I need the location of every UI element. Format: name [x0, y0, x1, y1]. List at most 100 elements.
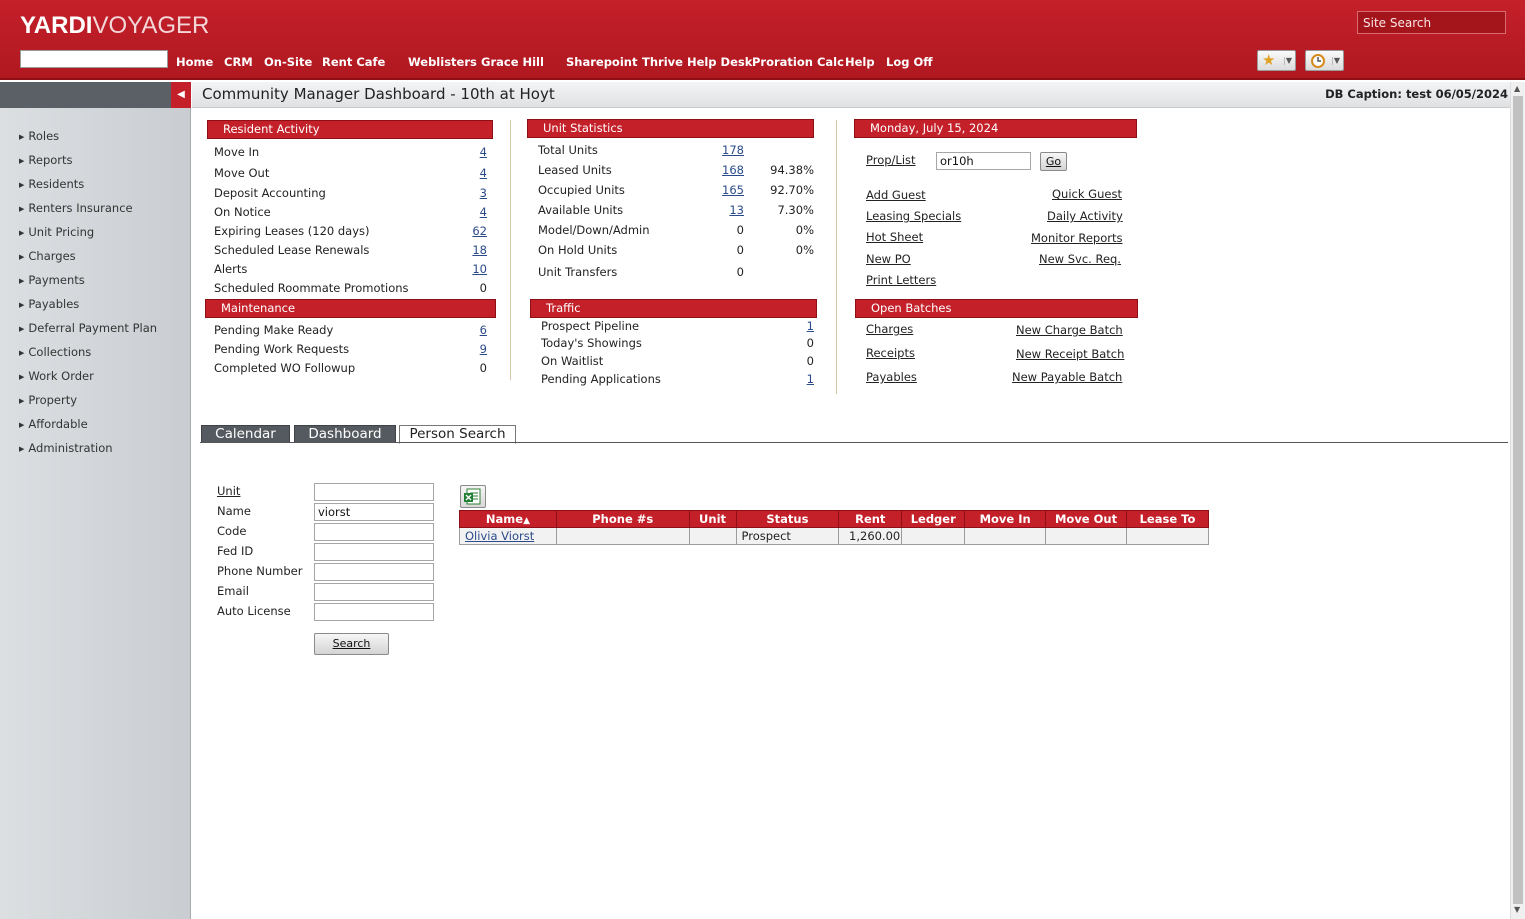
- column-header-move-in[interactable]: Move In: [964, 510, 1047, 528]
- search-button[interactable]: Search: [314, 633, 389, 655]
- new-charge-batch-link[interactable]: New Charge Batch: [1016, 323, 1123, 337]
- pending-make-ready-count-link[interactable]: 6: [440, 323, 487, 337]
- cell-status: Prospect: [735, 527, 840, 545]
- export-excel-button[interactable]: [460, 485, 486, 508]
- pending-work-requests-count-link[interactable]: 9: [440, 342, 487, 356]
- fed-id-input[interactable]: [314, 543, 434, 561]
- new-po-link[interactable]: New PO: [866, 252, 911, 266]
- deposit-accounting-count-link[interactable]: 3: [440, 186, 487, 200]
- collapse-sidebar-button[interactable]: ◀: [171, 82, 191, 108]
- add-guest-link[interactable]: Add Guest: [866, 188, 926, 202]
- sidebar-item-property[interactable]: ▶ Property: [19, 393, 77, 407]
- scroll-down-arrow-icon[interactable]: ▼: [1514, 905, 1520, 914]
- payables-batch-link[interactable]: Payables: [866, 370, 917, 384]
- sidebar-item-affordable[interactable]: ▶ Affordable: [19, 417, 88, 431]
- nav-grace-hill[interactable]: Grace Hill: [481, 55, 544, 69]
- monitor-reports-link[interactable]: Monitor Reports: [1031, 231, 1122, 245]
- charges-batch-link[interactable]: Charges: [866, 322, 913, 336]
- history-button[interactable]: ▼: [1305, 50, 1344, 71]
- sidebar-item-payables[interactable]: ▶ Payables: [19, 297, 79, 311]
- property-selector-input[interactable]: [20, 50, 168, 68]
- column-header-unit[interactable]: Unit: [688, 510, 737, 528]
- sidebar-item-roles[interactable]: ▶ Roles: [19, 129, 59, 143]
- unit-input[interactable]: [314, 483, 434, 501]
- new-receipt-batch-link[interactable]: New Receipt Batch: [1016, 347, 1124, 361]
- move-in-count-link[interactable]: 4: [440, 145, 487, 159]
- sidebar-item-reports[interactable]: ▶ Reports: [19, 153, 73, 167]
- scheduled-lease-renewals-count-link[interactable]: 18: [440, 243, 487, 257]
- vertical-scrollbar[interactable]: ▲ ▼: [1510, 82, 1525, 919]
- model-down-admin-percent: 0%: [795, 223, 814, 237]
- nav-help[interactable]: Help: [845, 55, 875, 69]
- person-name-link[interactable]: Olivia Viorst: [465, 529, 534, 543]
- sidebar-item-administration[interactable]: ▶ Administration: [19, 441, 113, 455]
- triangle-right-icon: ▶: [19, 373, 25, 381]
- move-out-count-link[interactable]: 4: [440, 166, 487, 180]
- available-units-count-link[interactable]: 13: [700, 203, 744, 217]
- daily-activity-link[interactable]: Daily Activity: [1047, 209, 1123, 223]
- column-header-status[interactable]: Status: [735, 510, 840, 528]
- expiring-leases-count-link[interactable]: 62: [440, 224, 487, 238]
- phone-number-input[interactable]: [314, 563, 434, 581]
- alerts-count-link[interactable]: 10: [440, 262, 487, 276]
- column-header-rent[interactable]: Rent: [838, 510, 903, 528]
- leasing-specials-link[interactable]: Leasing Specials: [866, 209, 961, 223]
- total-units-count-link[interactable]: 178: [700, 143, 744, 157]
- prop-list-input[interactable]: [936, 152, 1031, 170]
- leased-units-count-link[interactable]: 168: [700, 163, 744, 177]
- scrollbar-thumb[interactable]: [1513, 96, 1523, 904]
- new-payable-batch-link[interactable]: New Payable Batch: [1012, 370, 1122, 384]
- on-waitlist-count: 0: [806, 354, 814, 368]
- name-input[interactable]: [314, 503, 434, 521]
- tab-calendar[interactable]: Calendar: [201, 425, 290, 443]
- sidebar-item-label: Collections: [28, 345, 92, 359]
- auto-license-input[interactable]: [314, 603, 434, 621]
- nav-on-site[interactable]: On-Site: [264, 55, 312, 69]
- tab-dashboard[interactable]: Dashboard: [294, 425, 396, 443]
- favorites-button[interactable]: ★ ▼: [1257, 50, 1296, 71]
- sidebar-item-charges[interactable]: ▶ Charges: [19, 249, 76, 263]
- nav-proration-calc[interactable]: Proration Calc: [752, 55, 844, 69]
- pending-applications-count-link[interactable]: 1: [770, 372, 814, 386]
- quick-guest-link[interactable]: Quick Guest: [1052, 187, 1122, 201]
- sidebar-item-work-order[interactable]: ▶ Work Order: [19, 369, 94, 383]
- code-input[interactable]: [314, 523, 434, 541]
- nav-crm[interactable]: CRM: [224, 55, 253, 69]
- column-header-lease-to[interactable]: Lease To: [1126, 510, 1209, 528]
- print-letters-link[interactable]: Print Letters: [866, 273, 936, 287]
- available-units-label: Available Units: [538, 203, 624, 217]
- nav-log-off[interactable]: Log Off: [886, 55, 933, 69]
- hot-sheet-link[interactable]: Hot Sheet: [866, 230, 923, 244]
- occupied-units-count-link[interactable]: 165: [700, 183, 744, 197]
- new-svc-req-link[interactable]: New Svc. Req.: [1039, 252, 1121, 266]
- nav-home[interactable]: Home: [176, 55, 213, 69]
- nav-thrive-help-desk[interactable]: Thrive Help Desk: [642, 55, 752, 69]
- column-header-name[interactable]: Name▲: [459, 510, 557, 528]
- prospect-pipeline-count-link[interactable]: 1: [770, 319, 814, 333]
- site-search-input[interactable]: Site Search: [1357, 11, 1506, 34]
- column-header-ledger[interactable]: Ledger: [901, 510, 966, 528]
- nav-weblisters[interactable]: Weblisters: [408, 55, 477, 69]
- prop-list-link[interactable]: Prop/List: [866, 153, 916, 167]
- nav-rent-cafe[interactable]: Rent Cafe: [322, 55, 385, 69]
- sidebar-item-renters-insurance[interactable]: ▶ Renters Insurance: [19, 201, 133, 215]
- on-notice-count-link[interactable]: 4: [440, 205, 487, 219]
- triangle-right-icon: ▶: [19, 181, 25, 189]
- nav-sharepoint[interactable]: Sharepoint: [566, 55, 637, 69]
- triangle-right-icon: ▶: [19, 445, 25, 453]
- sidebar-item-label: Administration: [28, 441, 113, 455]
- sidebar-item-collections[interactable]: ▶ Collections: [19, 345, 91, 359]
- receipts-batch-link[interactable]: Receipts: [866, 346, 915, 360]
- column-header-move-out[interactable]: Move Out: [1045, 510, 1127, 528]
- email-input[interactable]: [314, 583, 434, 601]
- go-button[interactable]: Go: [1040, 152, 1067, 171]
- cell-rent: 1,260.00: [838, 527, 903, 545]
- sidebar-item-payments[interactable]: ▶ Payments: [19, 273, 85, 287]
- unit-field-link[interactable]: Unit: [217, 484, 240, 498]
- sidebar-item-residents[interactable]: ▶ Residents: [19, 177, 84, 191]
- sidebar-item-label: Deferral Payment Plan: [28, 321, 158, 335]
- sidebar-item-deferral-payment-plan[interactable]: ▶ Deferral Payment Plan: [19, 321, 157, 335]
- sidebar-item-unit-pricing[interactable]: ▶ Unit Pricing: [19, 225, 94, 239]
- column-header-phone[interactable]: Phone #s: [555, 510, 690, 528]
- scroll-up-arrow-icon[interactable]: ▲: [1514, 84, 1520, 93]
